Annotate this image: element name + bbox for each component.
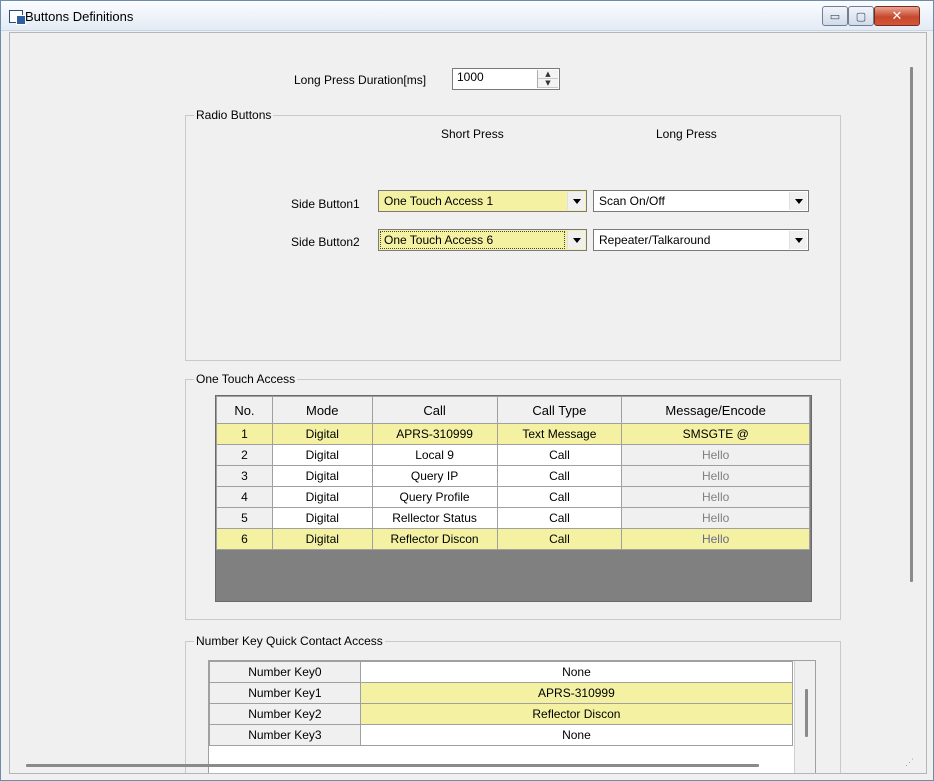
long-press-duration-spinner[interactable]: ▲ ▼ bbox=[537, 70, 558, 88]
call-cell[interactable]: Rellector Status bbox=[371, 507, 498, 529]
vertical-scrollbar[interactable] bbox=[900, 33, 926, 773]
side-button2-long-value: Repeater/Talkaround bbox=[599, 233, 711, 247]
vertical-scroll-thumb[interactable] bbox=[910, 67, 913, 582]
table-header-row: No. Mode Call Call Type Message/Encode bbox=[216, 396, 810, 424]
side-button2-short-value: One Touch Access 6 bbox=[380, 231, 565, 249]
table-row[interactable]: Number Key1 APRS-310999 bbox=[209, 682, 794, 704]
column-header: Call bbox=[371, 396, 498, 424]
mode-cell[interactable]: Digital bbox=[271, 444, 373, 466]
number-key-value[interactable]: Reflector Discon bbox=[359, 703, 794, 725]
table-row[interactable]: Number Key2 Reflector Discon bbox=[209, 703, 794, 725]
column-header: No. bbox=[216, 396, 273, 424]
row-number: 4 bbox=[216, 486, 273, 508]
call-type-cell[interactable]: Call bbox=[496, 507, 623, 529]
message-cell[interactable]: Hello bbox=[621, 528, 810, 550]
table-row[interactable]: 6 Digital Reflector Discon Call Hello bbox=[216, 528, 810, 550]
horizontal-scrollbar[interactable] bbox=[10, 755, 900, 773]
call-cell[interactable]: Local 9 bbox=[371, 444, 498, 466]
table-row[interactable]: 4 Digital Query Profile Call Hello bbox=[216, 486, 810, 508]
call-cell[interactable]: Query IP bbox=[371, 465, 498, 487]
call-type-cell[interactable]: Call bbox=[496, 528, 623, 550]
number-key-value[interactable]: None bbox=[359, 724, 794, 746]
side-button1-long-value: Scan On/Off bbox=[599, 194, 665, 208]
row-number: 5 bbox=[216, 507, 273, 529]
long-press-header: Long Press bbox=[656, 127, 717, 141]
call-type-cell[interactable]: Text Message bbox=[496, 423, 623, 445]
side-button2-label: Side Button2 bbox=[291, 235, 360, 249]
column-header: Mode bbox=[271, 396, 373, 424]
message-cell[interactable]: Hello bbox=[621, 444, 810, 466]
resize-grip-icon[interactable]: ⋰ bbox=[905, 757, 914, 768]
number-key-group-title: Number Key Quick Contact Access bbox=[194, 634, 385, 648]
side-button2-short-press-select[interactable]: One Touch Access 6 bbox=[378, 229, 587, 251]
long-press-duration-label: Long Press Duration[ms] bbox=[294, 73, 427, 87]
number-key-label: Number Key0 bbox=[209, 661, 361, 683]
row-number: 6 bbox=[216, 528, 273, 550]
title-bar[interactable]: Buttons Definitions ▭ ▢ ✕ bbox=[1, 1, 933, 31]
call-cell[interactable]: Query Profile bbox=[371, 486, 498, 508]
side-button1-short-press-select[interactable]: One Touch Access 1 bbox=[378, 190, 587, 212]
maximize-button[interactable]: ▢ bbox=[848, 6, 874, 26]
buttons-definitions-window: Buttons Definitions ▭ ▢ ✕ Long Press Dur… bbox=[0, 0, 934, 781]
window-title: Buttons Definitions bbox=[25, 9, 134, 24]
spin-down-icon[interactable]: ▼ bbox=[538, 79, 558, 88]
message-cell[interactable]: Hello bbox=[621, 486, 810, 508]
spin-up-icon[interactable]: ▲ bbox=[538, 70, 558, 79]
horizontal-scroll-thumb[interactable] bbox=[26, 764, 759, 767]
side-button1-long-press-select[interactable]: Scan On/Off bbox=[593, 190, 809, 212]
number-key-scroll-thumb[interactable] bbox=[805, 689, 808, 737]
table-row[interactable]: 2 Digital Local 9 Call Hello bbox=[216, 444, 810, 466]
call-type-cell[interactable]: Call bbox=[496, 486, 623, 508]
minimize-button[interactable]: ▭ bbox=[822, 6, 848, 26]
call-type-cell[interactable]: Call bbox=[496, 465, 623, 487]
side-button1-short-value: One Touch Access 1 bbox=[384, 194, 494, 208]
column-header: Call Type bbox=[496, 396, 623, 424]
chevron-down-icon[interactable] bbox=[789, 192, 807, 210]
row-number: 1 bbox=[216, 423, 273, 445]
call-type-cell[interactable]: Call bbox=[496, 444, 623, 466]
mode-cell[interactable]: Digital bbox=[271, 528, 373, 550]
chevron-down-icon[interactable] bbox=[567, 231, 585, 249]
table-row[interactable]: 3 Digital Query IP Call Hello bbox=[216, 465, 810, 487]
side-button2-long-press-select[interactable]: Repeater/Talkaround bbox=[593, 229, 809, 251]
mode-cell[interactable]: Digital bbox=[271, 423, 373, 445]
number-key-label: Number Key1 bbox=[209, 682, 361, 704]
chevron-down-icon[interactable] bbox=[789, 231, 807, 249]
message-cell[interactable]: Hello bbox=[621, 507, 810, 529]
mode-cell[interactable]: Digital bbox=[271, 486, 373, 508]
one-touch-access-group-title: One Touch Access bbox=[194, 372, 298, 386]
app-icon bbox=[9, 10, 26, 25]
call-cell[interactable]: Reflector Discon bbox=[371, 528, 498, 550]
message-cell[interactable]: SMSGTE @ bbox=[621, 423, 810, 445]
chevron-down-icon[interactable] bbox=[567, 192, 585, 210]
short-press-header: Short Press bbox=[441, 127, 504, 141]
number-key-value[interactable]: None bbox=[359, 661, 794, 683]
radio-buttons-group-title: Radio Buttons bbox=[194, 108, 274, 122]
number-key-label: Number Key2 bbox=[209, 703, 361, 725]
number-key-value[interactable]: APRS-310999 bbox=[359, 682, 794, 704]
table-row[interactable]: Number Key3 None bbox=[209, 724, 794, 746]
column-header: Message/Encode bbox=[621, 396, 810, 424]
one-touch-access-table: No. Mode Call Call Type Message/Encode 1… bbox=[216, 396, 810, 550]
row-number: 3 bbox=[216, 465, 273, 487]
mode-cell[interactable]: Digital bbox=[271, 507, 373, 529]
number-key-label: Number Key3 bbox=[209, 724, 361, 746]
row-number: 2 bbox=[216, 444, 273, 466]
one-touch-access-grid[interactable]: No. Mode Call Call Type Message/Encode 1… bbox=[215, 395, 812, 602]
table-row[interactable]: Number Key0 None bbox=[209, 661, 794, 683]
side-button1-label: Side Button1 bbox=[291, 197, 360, 211]
dialog-client-area: Long Press Duration[ms] 1000 ▲ ▼ Radio B… bbox=[9, 32, 927, 774]
table-row[interactable]: 5 Digital Rellector Status Call Hello bbox=[216, 507, 810, 529]
number-key-table: Number Key0 None Number Key1 APRS-310999… bbox=[209, 661, 794, 746]
message-cell[interactable]: Hello bbox=[621, 465, 810, 487]
mode-cell[interactable]: Digital bbox=[271, 465, 373, 487]
call-cell[interactable]: APRS-310999 bbox=[371, 423, 498, 445]
close-button[interactable]: ✕ bbox=[874, 6, 920, 26]
table-row[interactable]: 1 Digital APRS-310999 Text Message SMSGT… bbox=[216, 423, 810, 445]
